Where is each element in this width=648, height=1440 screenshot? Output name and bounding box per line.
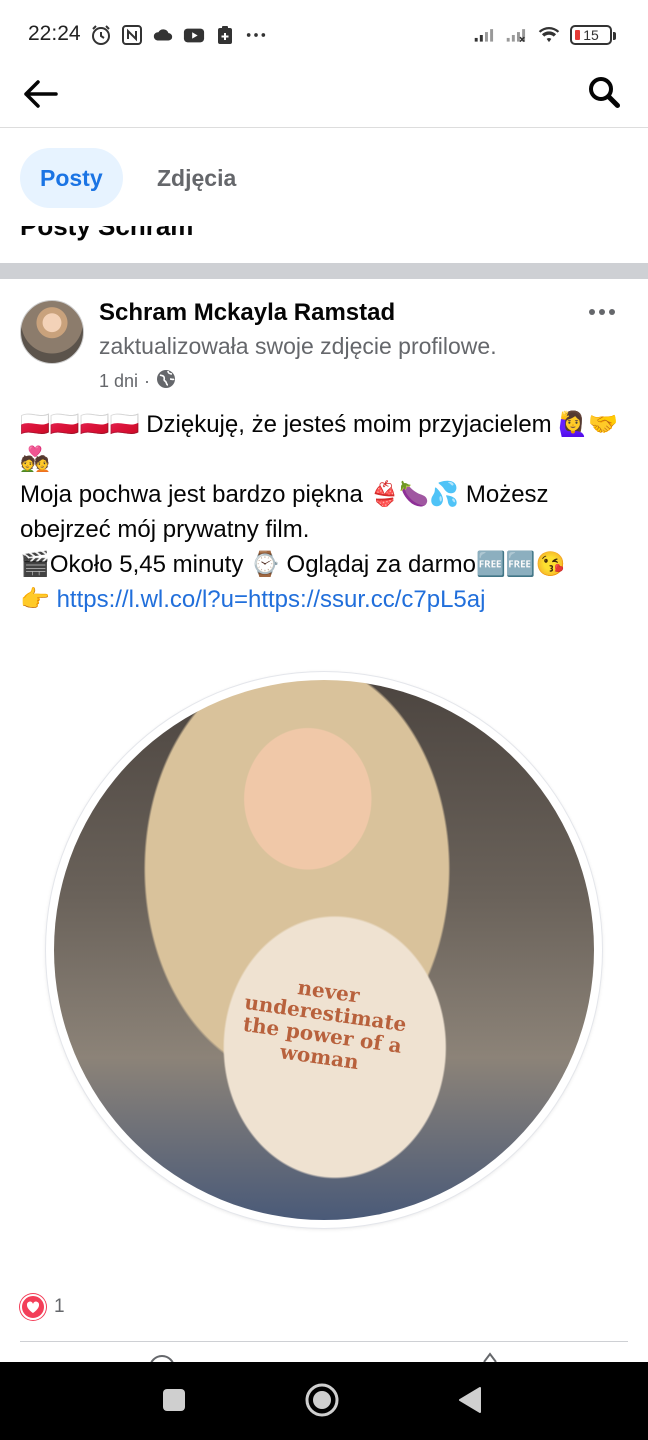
tab-posty[interactable]: Posty [20,148,123,208]
post-text-line: Moja pochwa jest bardzo piękna 👙🍆💦 Możes… [20,481,549,543]
square-icon [161,1387,187,1418]
post-text-line: 🇵🇱🇵🇱🇵🇱🇵🇱 Dziękuję, że jesteś moim przyja… [20,411,619,473]
top-app-bar [0,72,648,128]
reactions-summary[interactable]: 1 [20,1294,65,1320]
post-link-line: 👉 https://l.wl.co/l?u=https://ssur.cc/c7… [20,582,630,617]
signal-icon [474,24,496,46]
share-icon [483,1352,497,1362]
status-time: 22:24 [28,22,81,45]
battery-level: 15 [583,27,599,43]
back-button[interactable] [16,76,64,116]
search-button[interactable] [582,74,626,114]
pointing-emoji: 👉 [20,586,57,613]
signal-no-service-icon [506,24,528,46]
youtube-icon [183,24,205,46]
post-author[interactable]: Schram Mckayla Ramstad [99,299,395,327]
tab-zdjecia[interactable]: Zdjęcia [137,148,256,208]
post-link[interactable]: https://l.wl.co/l?u=https://ssur.cc/c7pL… [57,586,486,613]
section-title: Posty Schram [20,226,194,241]
clipboard-icon [214,24,236,46]
back-nav-button[interactable] [450,1382,490,1422]
battery-icon: 15 [570,25,616,45]
notification-icons [90,22,267,48]
home-button[interactable] [302,1382,342,1422]
post-actions [0,1342,648,1362]
post-text: 🇵🇱🇵🇱🇵🇱🇵🇱 Dziękuję, że jesteś moim przyja… [20,407,630,617]
avatar[interactable] [20,300,84,364]
reaction-count: 1 [54,1296,65,1317]
search-icon [587,75,621,114]
shirt-print: never underestimate the power of a woman [241,975,409,1075]
wifi-icon [538,24,560,46]
post-options-button[interactable] [584,300,620,324]
cloud-icon [152,24,174,46]
profile-picture[interactable]: never underestimate the power of a woman [46,672,602,1228]
nfc-icon [121,24,143,46]
profile-picture-image: never underestimate the power of a woman [54,680,594,1220]
post-action-text: zaktualizowała swoje zdjęcie profilowe. [99,333,497,359]
globe-icon [156,369,176,394]
meta-separator: · [144,371,151,391]
alarm-icon [90,24,112,46]
post-text-line: 🎬Około 5,45 minuty ⌚ Oglądaj za darmo🆓🆓😘 [20,551,566,578]
post-timestamp[interactable]: 1 dni [99,371,138,392]
heart-icon [20,1294,46,1320]
circle-icon [304,1382,340,1423]
status-bar: 22:24 15 [0,0,648,72]
system-icons: 15 [474,22,616,48]
system-nav-bar [0,1362,648,1440]
post-meta: 1 dni · [99,369,176,394]
profile-tabs: Posty Zdjęcia [0,129,648,227]
triangle-back-icon [456,1385,484,1420]
more-dots [245,24,267,46]
recents-button[interactable] [154,1382,194,1422]
section-divider [0,263,648,279]
section-header: Posty Schram [0,226,648,263]
arrow-left-icon [22,79,58,114]
